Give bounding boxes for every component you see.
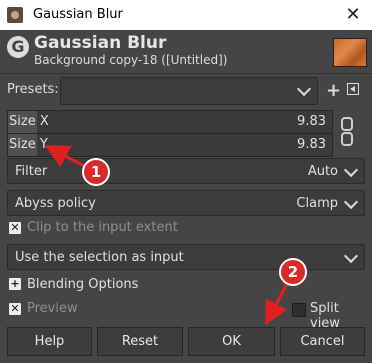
annotation-arrow-1 bbox=[44, 145, 85, 168]
annotation-arrows bbox=[44, 145, 289, 326]
annotation-badge-1: 1 bbox=[82, 158, 110, 186]
annotation-arrow-2 bbox=[265, 283, 289, 326]
annotation-badge-2: 2 bbox=[279, 258, 307, 286]
